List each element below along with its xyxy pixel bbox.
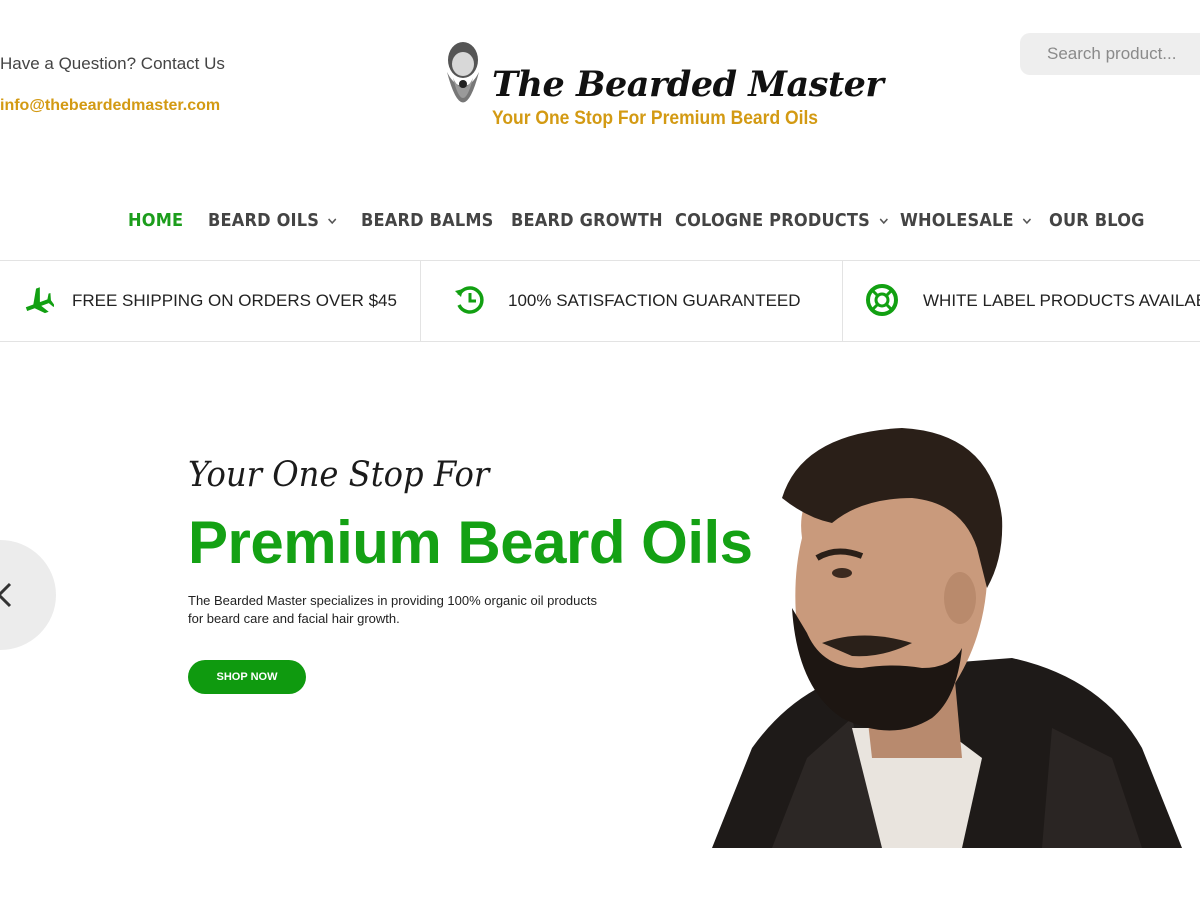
hero-title: Premium Beard Oils — [188, 509, 753, 576]
feature-text: FREE SHIPPING ON ORDERS OVER $45 — [72, 291, 397, 310]
hero-pretitle: Your One Stop For — [188, 455, 490, 495]
features-bar: FREE SHIPPING ON ORDERS OVER $45 100% SA… — [0, 260, 1200, 342]
search-input[interactable] — [1020, 33, 1200, 75]
feature-white-label: WHITE LABEL PRODUCTS AVAILABLE — [843, 261, 1200, 341]
nav-item-wholesale[interactable]: WHOLESALE — [900, 210, 1034, 231]
contact-email-link[interactable]: info@thebeardedmaster.com — [0, 97, 220, 115]
chevron-down-icon — [328, 218, 337, 225]
bearded-man-logo-icon — [447, 42, 479, 103]
nav-item-label: BEARD OILS — [208, 210, 320, 231]
nav-item-label: HOME — [128, 210, 184, 231]
chevron-down-icon — [879, 218, 888, 225]
nav-item-beard-oils[interactable]: BEARD OILS — [208, 210, 339, 231]
contact-question: Have a Question? Contact Us — [0, 54, 225, 73]
nav-item-label: BEARD GROWTH — [511, 210, 663, 231]
chevron-down-icon — [1023, 218, 1032, 225]
chevron-left-icon — [0, 582, 12, 608]
nav-item-cologne-products[interactable]: COLOGNE PRODUCTS — [675, 210, 890, 231]
site-logo[interactable]: The Bearded Master Your One Stop For Pre… — [434, 38, 884, 134]
search-box[interactable] — [1020, 33, 1200, 75]
feature-text: WHITE LABEL PRODUCTS AVAILABLE — [923, 291, 1200, 310]
nav-item-label: WHOLESALE — [900, 210, 1014, 231]
nav-item-home[interactable]: HOME — [128, 210, 183, 231]
nav-item-our-blog[interactable]: OUR BLOG — [1049, 210, 1145, 231]
logo-title: The Bearded Master — [492, 64, 884, 105]
nav-item-label: OUR BLOG — [1049, 210, 1145, 231]
hero-description: The Bearded Master specializes in provid… — [188, 593, 597, 626]
lifebuoy-icon — [866, 284, 898, 316]
logo-tagline: Your One Stop For Premium Beard Oils — [492, 108, 819, 129]
feature-satisfaction: 100% SATISFACTION GUARANTEED — [421, 261, 841, 341]
main-nav: HOME BEARD OILS BEARD BALMS BEARD GROWTH… — [0, 210, 1200, 242]
feature-free-shipping: FREE SHIPPING ON ORDERS OVER $45 — [0, 261, 420, 341]
nav-item-label: COLOGNE PRODUCTS — [675, 210, 870, 231]
nav-item-beard-growth[interactable]: BEARD GROWTH — [511, 210, 663, 231]
shop-now-button[interactable]: SHOP NOW — [188, 660, 306, 694]
feature-text: 100% SATISFACTION GUARANTEED — [508, 291, 801, 310]
hero-bearded-man-image — [712, 428, 1182, 848]
clock-icon — [455, 286, 484, 314]
nav-item-beard-balms[interactable]: BEARD BALMS — [361, 210, 493, 231]
nav-item-label: BEARD BALMS — [361, 210, 494, 231]
slider-prev-button[interactable] — [0, 540, 56, 650]
airplane-icon — [25, 287, 54, 314]
